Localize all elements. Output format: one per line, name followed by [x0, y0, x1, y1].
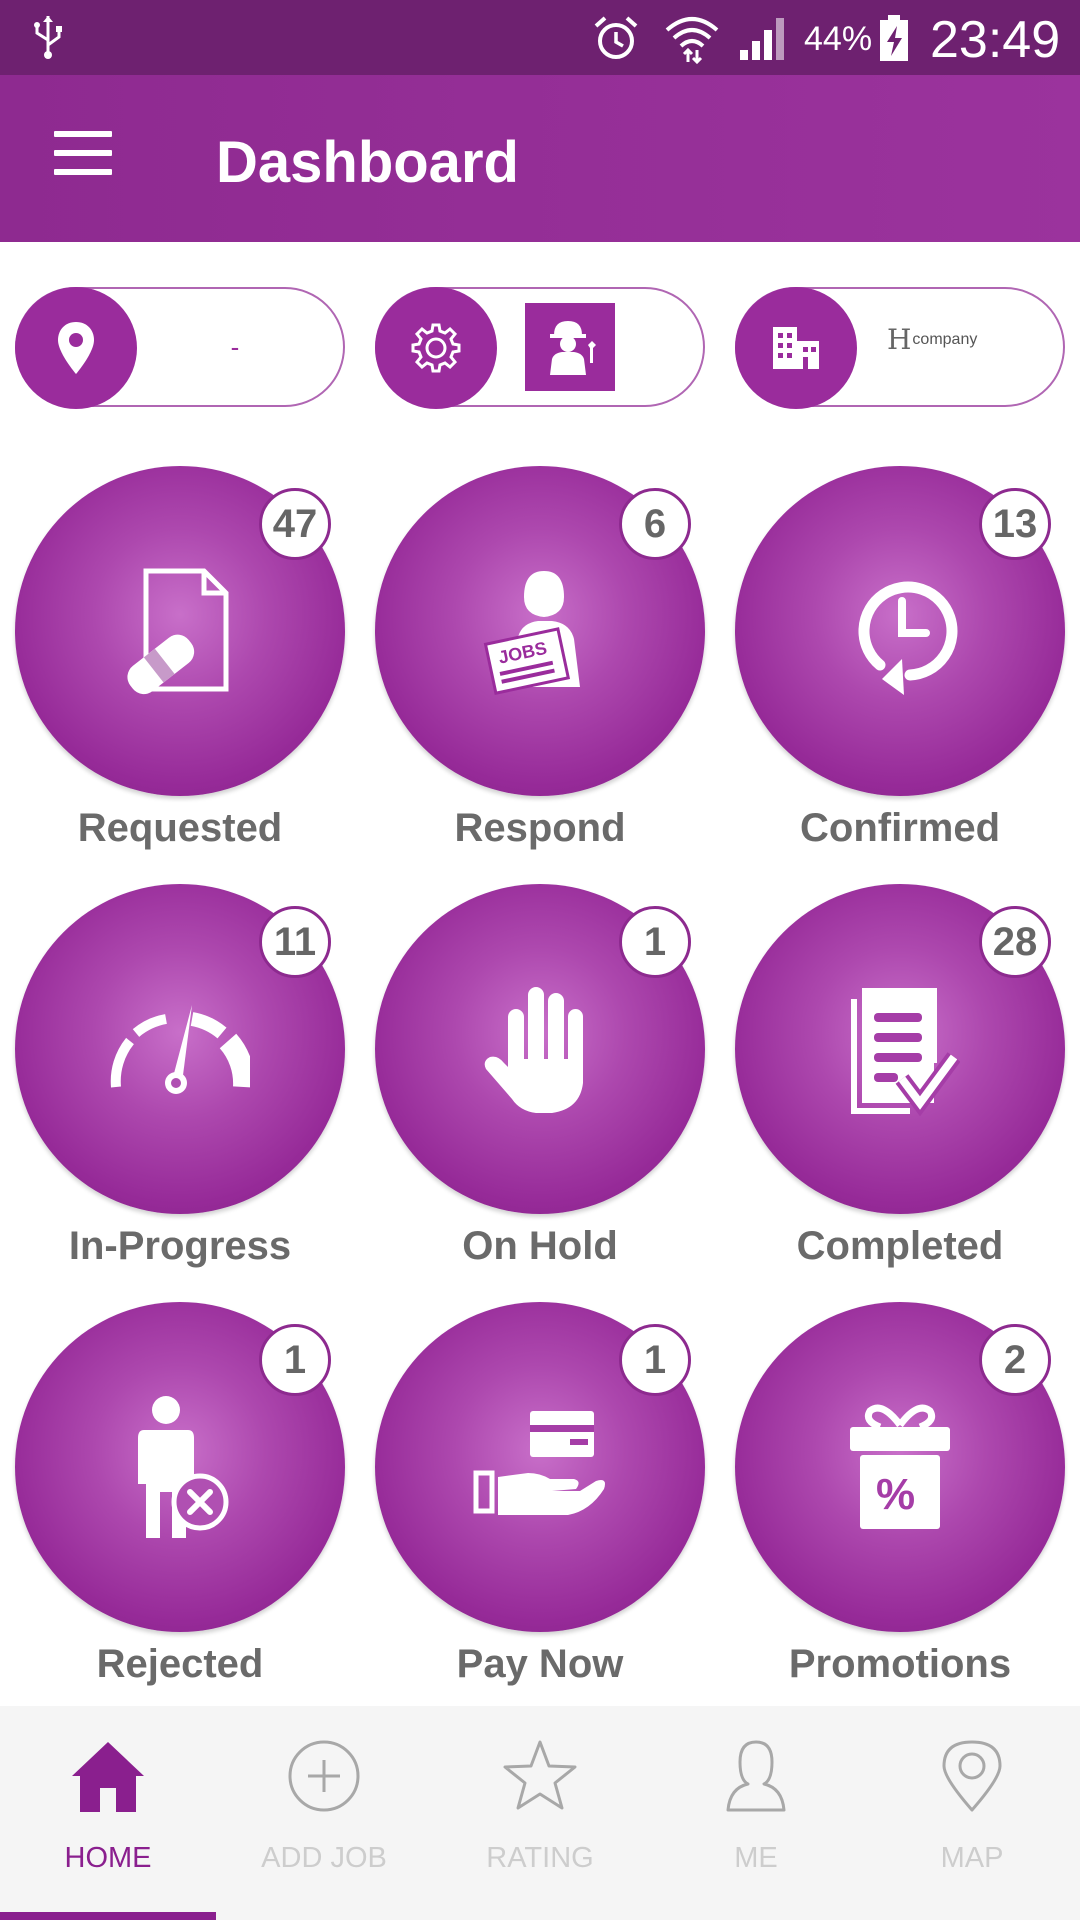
status-bar: 44% 23:49	[0, 0, 1080, 75]
nav-label: RATING	[486, 1842, 594, 1874]
battery-charging-icon	[880, 15, 908, 61]
clock: 23:49	[930, 11, 1061, 69]
count-badge: 13	[979, 488, 1051, 560]
tile-confirmed[interactable]: 13 Confirmed	[735, 466, 1065, 866]
service-selector[interactable]	[375, 287, 705, 409]
usb-icon	[34, 16, 62, 59]
active-tab-indicator	[0, 1912, 216, 1920]
map-pin-icon	[934, 1736, 1010, 1816]
tile-in-progress[interactable]: 11 In-Progress	[15, 884, 345, 1284]
tile-promotions[interactable]: % 2 Promotions	[735, 1302, 1065, 1702]
tile-label: Requested	[77, 806, 283, 850]
count-badge: 1	[619, 906, 691, 978]
tile-respond[interactable]: JOBS 6 Respond	[375, 466, 705, 866]
alarm-icon	[594, 16, 638, 59]
tile-requested[interactable]: 47 Requested	[15, 466, 345, 866]
building-icon	[735, 287, 857, 409]
tile-label: In-Progress	[68, 1224, 292, 1268]
nav-label: ADD JOB	[261, 1842, 387, 1874]
tile-pay-now[interactable]: 1 Pay Now	[375, 1302, 705, 1702]
tile-label: Respond	[454, 806, 626, 850]
tile-label: Completed	[796, 1224, 1004, 1268]
location-pin-icon	[15, 287, 137, 409]
worker-jobs-sign-icon: JOBS	[483, 571, 580, 695]
count-badge: 47	[259, 488, 331, 560]
gift-percent-icon: %	[850, 1404, 950, 1529]
nav-map[interactable]: MAP	[864, 1706, 1080, 1920]
company-name: company	[912, 330, 978, 348]
home-icon	[70, 1736, 146, 1816]
nav-rating[interactable]: RATING	[432, 1706, 648, 1920]
hand-stop-icon	[484, 987, 583, 1113]
location-selector[interactable]: -	[15, 287, 345, 409]
tile-completed[interactable]: 28 Completed	[735, 884, 1065, 1284]
tile-label: Confirmed	[800, 806, 1000, 850]
nav-label: HOME	[64, 1842, 152, 1874]
location-value: -	[230, 331, 240, 362]
person-icon	[718, 1736, 794, 1816]
battery-percent: 44%	[804, 20, 873, 58]
document-plaster-icon	[127, 568, 229, 695]
count-badge: 6	[619, 488, 691, 560]
company-selector[interactable]: H company	[735, 287, 1065, 409]
count-badge: 2	[979, 1324, 1051, 1396]
count-badge: 1	[259, 1324, 331, 1396]
star-icon	[502, 1736, 578, 1816]
company-logo: H company	[887, 323, 977, 356]
app-bar: Dashboard	[0, 75, 1080, 242]
bottom-navigation: HOME ADD JOB RATING ME MAP	[0, 1706, 1080, 1920]
hand-card-icon	[473, 1411, 605, 1515]
tile-on-hold[interactable]: 1 On Hold	[375, 884, 705, 1284]
nav-add-job[interactable]: ADD JOB	[216, 1706, 432, 1920]
dashboard-screen: 44% 23:49 Dashboard - H company 47 Reque…	[0, 0, 1080, 1920]
signal-icon	[740, 18, 784, 60]
person-rejected-icon	[138, 1396, 229, 1538]
tile-label: Pay Now	[456, 1642, 624, 1686]
wifi-icon	[665, 17, 719, 64]
nav-me[interactable]: ME	[648, 1706, 864, 1920]
nav-label: MAP	[940, 1842, 1004, 1874]
count-badge: 28	[979, 906, 1051, 978]
gear-icon	[375, 287, 497, 409]
count-badge: 11	[259, 906, 331, 978]
speedometer-icon	[110, 1005, 250, 1094]
company-logo-letter: H	[887, 323, 912, 356]
tile-label: Rejected	[96, 1642, 264, 1686]
clock-refresh-icon	[858, 581, 958, 695]
count-badge: 1	[619, 1324, 691, 1396]
nav-label: ME	[734, 1842, 778, 1874]
tile-label: Promotions	[788, 1642, 1012, 1686]
menu-icon[interactable]	[54, 131, 112, 175]
tile-label: On Hold	[462, 1224, 618, 1268]
checklist-icon	[851, 988, 960, 1117]
add-circle-icon	[286, 1736, 362, 1816]
nav-home[interactable]: HOME	[0, 1706, 216, 1920]
page-title: Dashboard	[216, 130, 519, 195]
svg-text:%: %	[876, 1470, 915, 1519]
tile-rejected[interactable]: 1 Rejected	[15, 1302, 345, 1702]
worker-icon	[525, 303, 615, 391]
